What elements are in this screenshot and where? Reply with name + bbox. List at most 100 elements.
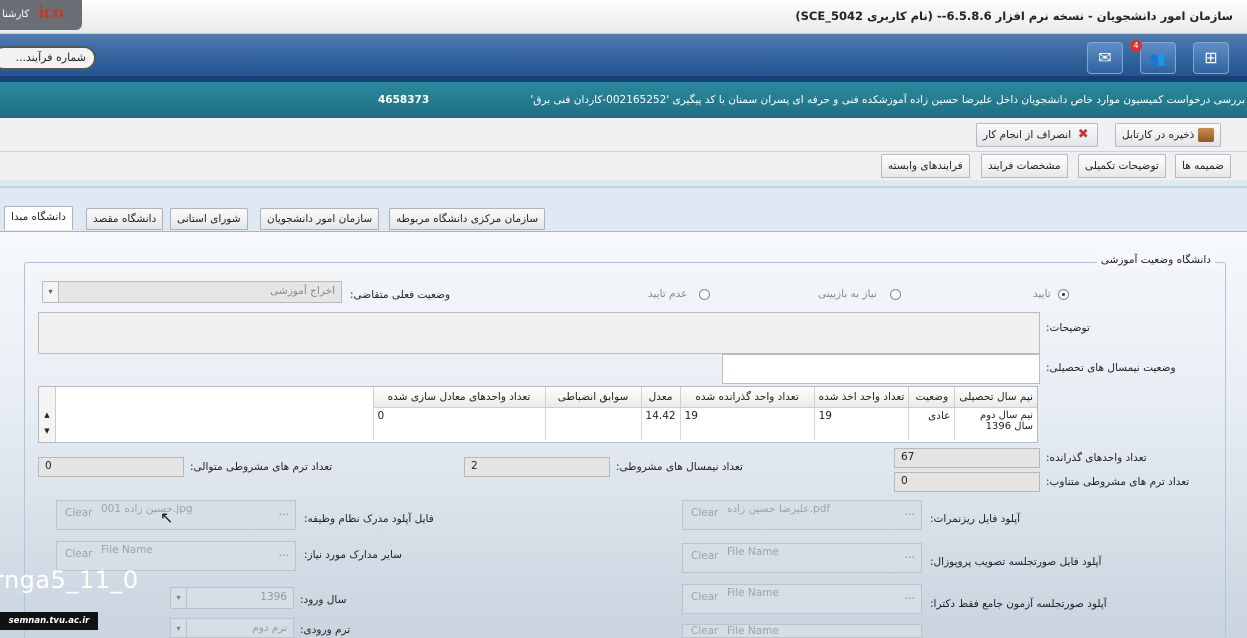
passed-units-label: تعداد واحدهای گذرانده: — [1046, 452, 1147, 464]
logo-icon: ico — [38, 3, 64, 23]
entry-year-spinner[interactable]: 1396 ▾ — [170, 587, 294, 609]
grid-header[interactable]: تعداد واحدهای معادل سازی شده — [372, 387, 546, 408]
conditional-semesters-field[interactable]: 2 — [464, 457, 610, 477]
entry-term-label: ترم ورودی: — [300, 624, 351, 636]
military-file-name: حسین زاده 001.jpg — [101, 503, 193, 515]
users-icon: 👥 — [1149, 52, 1167, 67]
phd-exam-browse-button[interactable]: ... — [905, 589, 916, 602]
phd-exam-clear-button[interactable]: Clear — [691, 591, 718, 603]
transcript-upload-label: آپلود فایل ریزنمرات: — [930, 513, 1021, 525]
mail-button[interactable]: ✉ — [1087, 42, 1123, 74]
sitemap-icon: ⊞ — [1204, 48, 1218, 67]
tab-additional-notes[interactable]: توضیحات تکمیلی — [1078, 154, 1166, 178]
tab-student-affairs[interactable]: سازمان امور دانشجویان — [260, 208, 380, 230]
military-upload[interactable]: Clear حسین زاده 001.jpg ... — [56, 500, 296, 530]
passed-units-field[interactable]: 67 — [894, 448, 1040, 468]
tab-origin-university[interactable]: دانشگاه مبدا — [4, 206, 73, 230]
chevron-down-icon[interactable]: ▾ — [171, 619, 187, 638]
grid-cell: 19 — [813, 407, 909, 440]
grid-cell: 19 — [679, 407, 815, 440]
radio-reject-label: عدم تایید — [648, 288, 688, 300]
radio-reject[interactable] — [699, 289, 710, 300]
description-label: توضیحات: — [1046, 322, 1090, 334]
grid-header[interactable]: تعداد واحد اخذ شده — [813, 387, 909, 408]
scroll-down-icon[interactable]: ▼ — [39, 427, 55, 435]
grid-scrollbar[interactable]: ▲ ▼ — [39, 387, 56, 442]
users-button[interactable]: 👥 — [1140, 42, 1176, 74]
radio-needs-review[interactable] — [890, 289, 901, 300]
organization-tabs: دانشگاه مبدا دانشگاه مقصد شورای استانی س… — [0, 206, 1247, 232]
military-browse-button[interactable]: ... — [279, 505, 290, 518]
semester-status-box — [722, 354, 1040, 384]
radio-needs-review-label: نیاز به بازبینی — [818, 288, 877, 300]
window-title: سازمان امور دانشجویان - نسخه نرم افزار 6… — [795, 9, 1233, 23]
tab-related-processes[interactable]: فرایندهای وابسته — [881, 154, 970, 178]
applicant-status-value: اخراج آموزشی — [270, 285, 335, 297]
transcript-upload[interactable]: Clear علیرضا حسین زاده.pdf ... — [682, 500, 922, 530]
action-row: ذخیره در کارتابل ✖ انصراف از انجام کار — [0, 118, 1247, 152]
radio-approve-label: تایید — [1033, 288, 1051, 300]
grid-header[interactable]: تعداد واحد گذرانده شده — [679, 387, 815, 408]
save-cartable-icon — [1198, 128, 1215, 142]
mail-icon: ✉ — [1098, 48, 1112, 67]
grid-header[interactable]: معدل — [640, 387, 681, 408]
chevron-down-icon[interactable]: ▾ — [43, 282, 59, 302]
phd-exam-upload[interactable]: Clear File Name ... — [682, 584, 922, 614]
phd-exam-upload-label: آپلود صورتجلسه آزمون جامع فقط دکترا: — [930, 598, 1107, 610]
transcript-file-name: علیرضا حسین زاده.pdf — [727, 503, 831, 515]
extra-upload[interactable]: Clear File Name — [682, 624, 922, 638]
military-clear-button[interactable]: Clear — [65, 507, 92, 519]
title-bar: کارشنا ico سازمان امور دانشجویان - نسخه … — [0, 0, 1247, 34]
proposal-file-name: File Name — [727, 546, 779, 558]
military-upload-label: فایل آپلود مدرک نظام وظیفه: — [304, 513, 434, 525]
transcript-clear-button[interactable]: Clear — [691, 507, 718, 519]
process-number-input[interactable]: شماره فرآیند... — [0, 46, 96, 70]
scroll-up-icon[interactable]: ▲ — [39, 411, 55, 419]
grid-cell: 14.42 — [640, 407, 681, 440]
transcript-browse-button[interactable]: ... — [905, 505, 916, 518]
grid-header[interactable]: سوابق انضباطی — [544, 387, 642, 408]
tab-attachments[interactable]: ضمیمه ها — [1175, 154, 1231, 178]
app-logo: کارشنا ico — [0, 0, 82, 30]
applicant-status-select[interactable]: اخراج آموزشی ▾ — [42, 281, 342, 303]
description-textarea[interactable] — [38, 312, 1040, 354]
other-docs-file-name: File Name — [101, 544, 153, 556]
tab-central-organization[interactable]: سازمان مرکزی دانشگاه مربوطه — [389, 208, 546, 230]
proposal-upload[interactable]: Clear File Name ... — [682, 543, 922, 573]
alternate-conditional-field[interactable]: 0 — [894, 472, 1040, 492]
proposal-upload-label: آپلود فایل صورتجلسه تصویب پروپوزال: — [930, 556, 1102, 568]
grid-header[interactable]: نیم سال تحصیلی — [954, 387, 1037, 408]
proposal-browse-button[interactable]: ... — [905, 548, 916, 561]
tab-provincial-council[interactable]: شورای استانی — [170, 208, 248, 230]
request-description: بررسی درخواست کمیسیون موارد خاص دانشجویا… — [530, 94, 1245, 106]
entry-term-select[interactable]: ترم دوم ▾ — [170, 618, 294, 638]
request-info-bar: بررسی درخواست کمیسیون موارد خاص دانشجویا… — [0, 82, 1247, 118]
sequential-conditional-field[interactable]: 0 — [38, 457, 184, 477]
phd-exam-file-name: File Name — [727, 587, 779, 599]
proposal-clear-button[interactable]: Clear — [691, 550, 718, 562]
semester-status-label: وضعیت نیمسال های تحصیلی: — [1046, 362, 1176, 374]
panel-divider — [0, 186, 1247, 188]
grid-header[interactable]: وضعیت — [908, 387, 955, 408]
main-toolbar: شماره فرآیند... ⊞ 👥 4 ✉ — [0, 34, 1247, 82]
entry-year-value: 1396 — [260, 591, 287, 603]
alternate-conditional-label: تعداد ترم های مشروطی متناوب: — [1046, 476, 1190, 488]
cancel-task-button[interactable]: ✖ انصراف از انجام کار — [976, 123, 1099, 147]
radio-approve[interactable] — [1058, 289, 1069, 300]
other-docs-clear-button[interactable]: Clear — [65, 548, 92, 560]
tab-process-details[interactable]: مشخصات فرایند — [981, 154, 1068, 178]
sitemap-button[interactable]: ⊞ — [1193, 42, 1229, 74]
semesters-grid[interactable]: نیم سال تحصیلی وضعیت تعداد واحد اخذ شده … — [38, 386, 1038, 443]
save-to-cartable-button[interactable]: ذخیره در کارتابل — [1115, 123, 1222, 147]
process-tabs: ضمیمه ها توضیحات تکمیلی مشخصات فرایند فر… — [0, 152, 1247, 180]
mouse-cursor-icon: ↖ — [160, 508, 174, 527]
extra-clear-button[interactable]: Clear — [691, 625, 718, 637]
chevron-down-icon[interactable]: ▾ — [171, 588, 187, 608]
table-row[interactable]: نیم سال دوم سال 1396 عادی 19 19 14.42 0 — [372, 407, 1037, 440]
grid-cell: عادی — [908, 407, 955, 440]
other-docs-label: سایر مدارک مورد نیاز: — [304, 549, 402, 561]
conditional-semesters-label: تعداد نیمسال های مشروطی: — [616, 461, 743, 473]
tab-destination-university[interactable]: دانشگاه مقصد — [86, 208, 164, 230]
cancel-icon: ✖ — [1077, 127, 1089, 142]
other-docs-browse-button[interactable]: ... — [279, 546, 290, 559]
